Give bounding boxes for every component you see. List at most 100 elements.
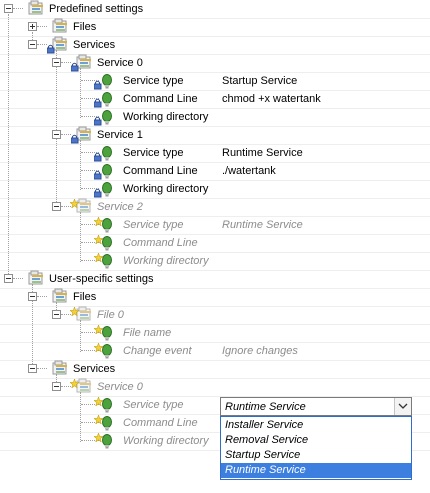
star-new-icon — [70, 199, 79, 208]
collapse-toggle[interactable] — [52, 382, 61, 391]
lock-icon — [71, 134, 79, 144]
lock-icon — [94, 80, 102, 90]
property-row-command-line[interactable]: Command Line ./watertank — [0, 162, 430, 180]
option-runtime-service[interactable]: Runtime Service — [221, 463, 411, 478]
folder-settings-icon — [28, 0, 44, 15]
star-new-icon — [70, 379, 79, 388]
collapse-toggle[interactable] — [4, 4, 13, 13]
collapse-toggle[interactable] — [52, 130, 61, 139]
property-label: Command Line — [123, 237, 198, 249]
node-label: User-specific settings — [49, 273, 154, 285]
tree-connector — [37, 368, 47, 370]
lock-icon — [71, 62, 79, 72]
folder-settings-icon — [52, 18, 68, 33]
lock-icon — [94, 152, 102, 162]
node-label: Service 2 — [97, 201, 143, 213]
combobox-selected-value: Runtime Service — [225, 401, 306, 413]
property-label: Working directory — [123, 435, 209, 447]
collapse-toggle[interactable] — [28, 40, 37, 49]
node-label: Service 1 — [97, 129, 143, 141]
property-label: Command Line — [123, 417, 198, 429]
property-label: Service type — [123, 147, 184, 159]
tree-node-file-0[interactable]: File 0 — [0, 306, 430, 324]
tree-node-predefined-settings[interactable]: Predefined settings — [0, 0, 430, 18]
collapse-toggle[interactable] — [52, 202, 61, 211]
property-row-change-event[interactable]: Change event Ignore changes — [0, 342, 430, 360]
property-row-working-directory[interactable]: Working directory — [0, 108, 430, 126]
property-row-working-directory[interactable]: Working directory — [0, 180, 430, 198]
property-value[interactable]: Ignore changes — [222, 343, 298, 359]
tree-node-user-specific-settings[interactable]: User-specific settings — [0, 270, 430, 288]
property-label: Service type — [123, 399, 184, 411]
property-row-service-type[interactable]: Service type Startup Service — [0, 72, 430, 90]
settings-tree: Predefined settings Files Services Servi… — [0, 0, 430, 493]
node-label: Files — [73, 21, 97, 33]
property-value[interactable]: Startup Service — [222, 73, 297, 89]
property-value[interactable]: Runtime Service — [222, 217, 303, 233]
lightbulb-icon — [102, 74, 112, 89]
property-label: Service type — [123, 219, 184, 231]
tree-node-service-0[interactable]: Service 0 — [0, 54, 430, 72]
node-label: Predefined settings — [49, 3, 144, 15]
folder-settings-icon — [52, 360, 68, 375]
option-removal-service[interactable]: Removal Service — [221, 433, 411, 448]
tree-connector — [61, 62, 71, 64]
option-installer-service[interactable]: Installer Service — [221, 418, 411, 433]
property-row-service-type[interactable]: Service type Runtime Service — [0, 144, 430, 162]
collapse-toggle[interactable] — [52, 310, 61, 319]
tree-node-service-1[interactable]: Service 1 — [0, 126, 430, 144]
tree-node-user-files[interactable]: Files — [0, 288, 430, 306]
property-row-command-line[interactable]: Command Line — [0, 234, 430, 252]
star-new-icon — [94, 397, 103, 406]
star-new-icon — [94, 433, 103, 442]
property-label: Change event — [123, 345, 192, 357]
tree-connector — [13, 8, 23, 10]
lightbulb-icon — [102, 92, 112, 107]
option-startup-service[interactable]: Startup Service — [221, 448, 411, 463]
property-row-command-line[interactable]: Command Line chmod +x watertank — [0, 90, 430, 108]
star-new-icon — [70, 307, 79, 316]
tree-node-user-services[interactable]: Services — [0, 360, 430, 378]
lock-icon — [94, 116, 102, 126]
property-label: Working directory — [123, 111, 209, 123]
property-value[interactable]: chmod +x watertank — [222, 91, 321, 107]
tree-node-predefined-files[interactable]: Files — [0, 18, 430, 36]
tree-node-predefined-services[interactable]: Services — [0, 36, 430, 54]
tree-connector — [37, 296, 47, 298]
lightbulb-icon — [102, 110, 112, 125]
node-label: Service 0 — [97, 381, 143, 393]
dropdown-button[interactable] — [394, 398, 411, 415]
service-type-combobox[interactable]: Runtime Service — [220, 397, 412, 416]
property-label: Command Line — [123, 165, 198, 177]
tree-connector — [37, 26, 47, 28]
lock-icon — [94, 188, 102, 198]
collapse-toggle[interactable] — [4, 274, 13, 283]
folder-settings-icon — [52, 288, 68, 303]
tree-connector — [37, 44, 47, 46]
tree-node-user-service-0[interactable]: Service 0 — [0, 378, 430, 396]
star-new-icon — [94, 217, 103, 226]
lightbulb-icon — [102, 164, 112, 179]
node-label: Services — [73, 39, 116, 51]
expand-toggle[interactable] — [28, 22, 37, 31]
property-row-service-type[interactable]: Service type Runtime Service — [0, 216, 430, 234]
property-value[interactable]: ./watertank — [222, 163, 276, 179]
property-row-file-name[interactable]: File name — [0, 324, 430, 342]
property-value[interactable]: Runtime Service — [222, 145, 303, 161]
tree-node-service-2[interactable]: Service 2 — [0, 198, 430, 216]
lock-icon — [47, 44, 55, 54]
lock-icon — [94, 170, 102, 180]
collapse-toggle[interactable] — [28, 292, 37, 301]
star-new-icon — [94, 235, 103, 244]
chevron-down-icon — [398, 403, 408, 409]
star-new-icon — [94, 253, 103, 262]
collapse-toggle[interactable] — [52, 58, 61, 67]
node-label: Files — [73, 291, 97, 303]
property-row-working-directory[interactable]: Working directory — [0, 252, 430, 270]
property-label: Command Line — [123, 93, 198, 105]
star-new-icon — [94, 343, 103, 352]
lock-icon — [94, 98, 102, 108]
property-label: Working directory — [123, 255, 209, 267]
collapse-toggle[interactable] — [28, 364, 37, 373]
node-label: Services — [73, 363, 116, 375]
